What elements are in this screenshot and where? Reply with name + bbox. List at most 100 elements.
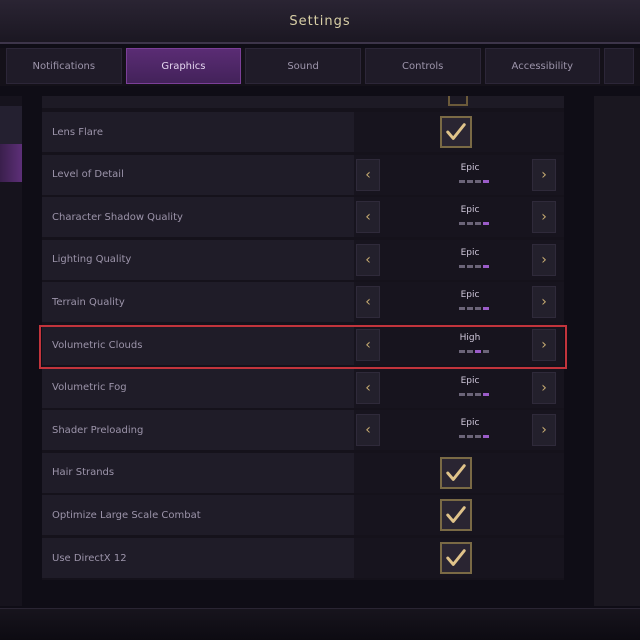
level-pip [467,435,473,439]
level-pip [467,179,473,183]
level-pip [467,307,473,311]
level-indicator [444,350,504,356]
level-pip [459,307,465,311]
scrollbar-track[interactable] [594,96,640,606]
level-pip [483,392,489,396]
tab-graphics[interactable]: Graphics [125,48,242,84]
level-indicator [444,264,504,271]
setting-value: Epic [460,290,480,301]
arrow-right-icon[interactable]: › [532,286,556,319]
level-pip [475,307,481,311]
level-pip [467,222,473,226]
level-pip [475,350,481,353]
window-title: Settings [289,13,351,29]
setting-control: ‹ High › [354,325,564,365]
setting-control: ‹ Epic › [354,197,564,238]
checkbox-partial[interactable] [448,96,468,106]
arrow-right-icon[interactable]: › [532,329,556,361]
setting-value: Epic [460,247,480,258]
setting-row-optimize-large-scale-combat: Optimize Large Scale Combat [42,495,564,536]
checkbox-lens-flare[interactable] [440,116,472,148]
level-pip [483,264,489,268]
level-pip [467,392,473,396]
setting-label: Hair Strands [42,452,354,493]
left-category-panel [0,96,22,606]
setting-value: Epic [460,162,480,173]
setting-label: Optimize Large Scale Combat [42,495,354,536]
list-item-partial [42,96,564,108]
checkbox-hair-strands[interactable] [440,456,472,489]
setting-control: ‹ Epic › [354,367,564,408]
level-pip [483,307,489,311]
level-pip [475,222,481,226]
setting-row-volumetric-fog: Volumetric Fog ‹ Epic › [42,367,564,408]
arrow-left-icon[interactable]: ‹ [356,201,380,234]
setting-label: Character Shadow Quality [42,197,354,238]
level-pip [459,435,465,439]
settings-list: Lens Flare Level of Detail ‹ Epic › Character… [42,96,564,580]
setting-row-terrain-quality: Terrain Quality ‹ Epic › [42,282,564,323]
tab-notifications[interactable]: Notifications [6,48,122,84]
level-pip [483,435,489,439]
setting-label: Shader Preloading [42,410,354,451]
checkbox-optimize-large-scale-combat[interactable] [440,499,472,532]
level-pip [467,350,473,353]
setting-control [354,452,564,493]
setting-control [354,495,564,536]
tab-accessibility[interactable]: Accessibility [484,48,601,84]
level-indicator [444,222,504,228]
setting-value: Epic [460,205,480,216]
category-button[interactable] [0,106,22,144]
setting-row-character-shadow-quality: Character Shadow Quality ‹ Epic › [42,197,564,238]
setting-row-use-directx-12: Use DirectX 12 [42,538,564,578]
setting-label: Volumetric Clouds [42,325,354,365]
level-pip [459,264,465,268]
setting-label: Lighting Quality [42,239,354,280]
tab-controls[interactable]: Controls [364,48,481,84]
setting-label: Terrain Quality [42,282,354,323]
arrow-left-icon[interactable]: ‹ [356,414,380,447]
checkmark-icon [446,463,466,481]
setting-control: ‹ Epic › [354,282,564,323]
level-pip [475,179,481,183]
level-pip [459,350,465,353]
setting-row-shader-preloading: Shader Preloading ‹ Epic › [42,410,564,451]
level-pip [467,264,473,268]
level-pip [483,350,489,353]
tab-sound[interactable]: Sound [245,48,361,84]
setting-row-level-of-detail: Level of Detail ‹ Epic › [42,154,564,195]
level-indicator [444,435,504,441]
arrow-right-icon[interactable]: › [532,414,556,447]
setting-label: Volumetric Fog [42,367,354,408]
setting-control: ‹ Epic › [354,239,564,280]
tab-bar: Notifications Graphics Sound Controls Ac… [0,48,640,86]
arrow-left-icon[interactable]: ‹ [356,243,380,276]
arrow-left-icon[interactable]: ‹ [356,329,380,361]
level-pip [475,435,481,439]
level-pip [475,264,481,268]
level-pip [459,222,465,226]
setting-value: Epic [460,418,480,429]
level-pip [459,179,465,183]
arrow-right-icon[interactable]: › [532,371,556,404]
arrow-left-icon[interactable]: ‹ [356,371,380,404]
level-pip [475,392,481,396]
setting-label: Lens Flare [42,112,354,152]
arrow-right-icon[interactable]: › [532,243,556,276]
checkmark-icon [446,506,466,524]
level-pip [483,179,489,183]
setting-label: Use DirectX 12 [42,538,354,578]
tab-overflow[interactable] [604,48,635,84]
level-indicator [444,307,504,313]
arrow-right-icon[interactable]: › [532,158,556,191]
arrow-right-icon[interactable]: › [532,201,556,234]
level-pip [483,222,489,226]
footer-bar [0,608,640,640]
setting-control: ‹ Epic › [354,410,564,451]
arrow-left-icon[interactable]: ‹ [356,286,380,319]
setting-control [354,538,564,578]
arrow-left-icon[interactable]: ‹ [356,158,380,191]
checkbox-use-directx-12[interactable] [440,542,472,574]
setting-control [354,112,564,152]
category-button-active[interactable] [0,144,22,182]
